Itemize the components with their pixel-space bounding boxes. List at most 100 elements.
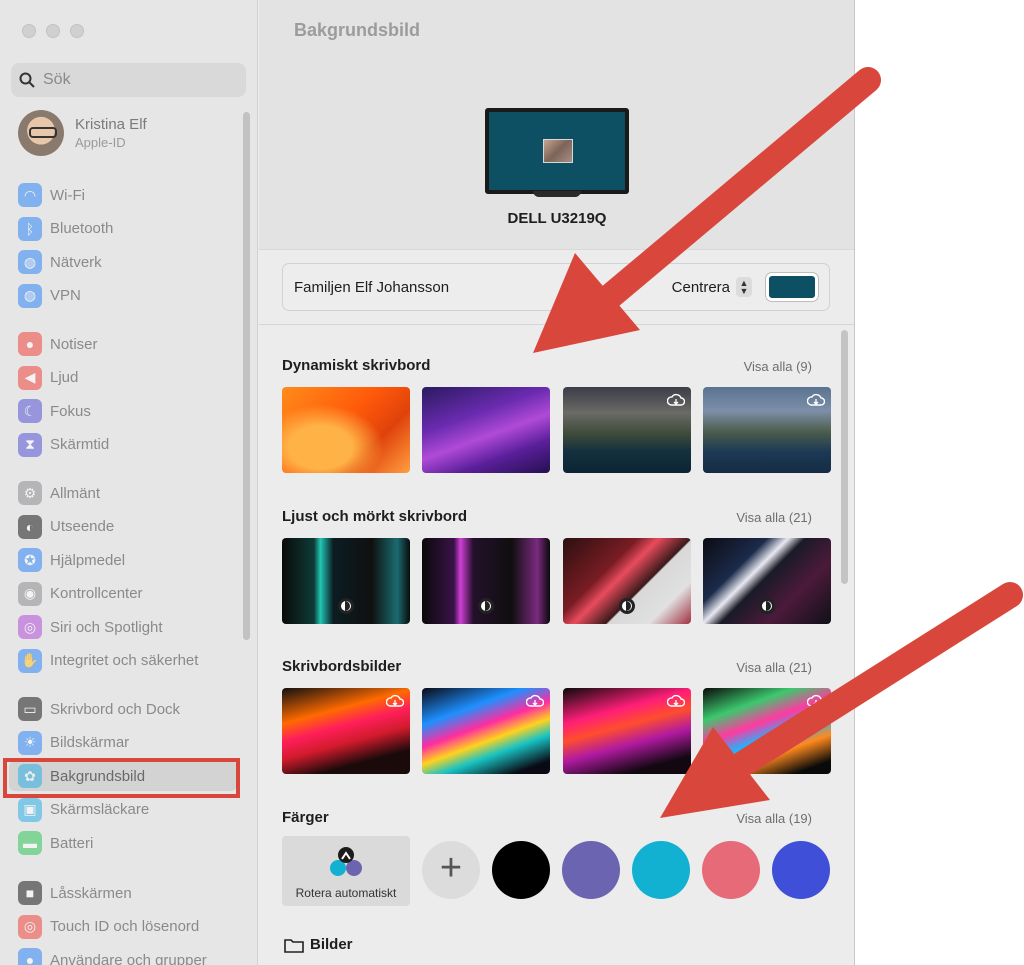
color-swatch[interactable] (562, 841, 620, 899)
section-title-dynamic: Dynamiskt skrivbord (282, 357, 431, 374)
section-title-colors: Färger (282, 809, 329, 826)
fill-color-well[interactable] (766, 273, 818, 301)
sidebar-item-utseende[interactable]: ◐ Utseende (18, 512, 246, 542)
sidebar-item-label: Batteri (50, 834, 94, 852)
minimize-window-button[interactable] (46, 24, 60, 38)
content-pane: Bakgrundsbild DELL U3219Q Familjen Elf J… (259, 0, 854, 965)
settings-window: Sök Kristina Elf Apple-ID ◠ Wi-Fi ᛒ Bluetoo… (0, 0, 855, 965)
color-swatch[interactable] (632, 841, 690, 899)
auto-rotate-tile[interactable]: Rotera automatiskt (282, 836, 410, 906)
sidebar-item-label: Utseende (50, 518, 115, 535)
content-scrollbar[interactable] (841, 330, 848, 584)
light-dark-icon (478, 598, 494, 614)
show-all-desktop-pictures-link[interactable]: Visa alla (21) (736, 660, 812, 675)
lock-icon: ■ (18, 881, 42, 905)
fit-mode-select[interactable]: Centrera ▲ ▼ (672, 277, 752, 297)
sidebar-item-skärmsläckare[interactable]: ▣ Skärmsläckare (18, 795, 246, 825)
sidebar-item-allmänt[interactable]: ⚙ Allmänt (18, 478, 246, 508)
profile-name: Kristina Elf (75, 116, 147, 133)
cloud-download-icon (667, 393, 685, 406)
sidebar-item-fokus[interactable]: ☾ Fokus (18, 396, 246, 426)
sidebar-item-siri-och-spotlight[interactable]: ◎ Siri och Spotlight (18, 612, 246, 642)
sidebar-item-label: Låsskärmen (50, 884, 132, 902)
wifi-icon: ◠ (18, 183, 42, 207)
wallpaper-thumb-ventura[interactable] (282, 387, 410, 473)
pictures-folder-label: Bilder (310, 936, 353, 953)
wallpaper-thumb-abstract-orange[interactable] (282, 688, 410, 774)
wallpaper-thumb-catalina-2[interactable] (703, 387, 831, 473)
sidebar-item-batteri[interactable]: ▬ Batteri (18, 828, 246, 858)
show-all-colors-link[interactable]: Visa alla (19) (736, 811, 812, 826)
sidebar-item-label: Skärmtid (50, 436, 110, 453)
add-color-button[interactable]: + (422, 841, 480, 899)
show-all-dynamic-link[interactable]: Visa alla (9) (744, 359, 812, 374)
apple-id-profile[interactable]: Kristina Elf Apple-ID (18, 110, 147, 156)
accessibility-icon: ✪ (18, 548, 42, 572)
hourglass-icon: ⧗ (18, 432, 42, 457)
sidebar-item-label: Allmänt (50, 484, 101, 502)
sidebar-item-label: Siri och Spotlight (50, 618, 163, 636)
color-swatch[interactable] (702, 841, 760, 899)
sidebar-item-ljud[interactable]: ◀ Ljud (18, 363, 246, 393)
sidebar-item-låsskärmen[interactable]: ■ Låsskärmen (18, 878, 246, 908)
sidebar-item-hjälpmedel[interactable]: ✪ Hjälpmedel (18, 545, 246, 575)
cloud-download-icon (807, 694, 825, 707)
bluetooth-icon: ᛒ (18, 216, 42, 241)
current-wallpaper-row: Familjen Elf Johansson Centrera ▲ ▼ (282, 263, 830, 311)
sidebar-item-label: Skrivbord och Dock (50, 700, 181, 718)
wallpaper-thumb-mbp-teal[interactable] (282, 538, 410, 624)
sidebar-item-wi-fi[interactable]: ◠ Wi-Fi (18, 180, 246, 210)
wallpaper-photo-thumbnail (543, 139, 573, 163)
wallpaper-thumb-macos-dark[interactable] (703, 538, 831, 624)
search-placeholder: Sök (43, 71, 71, 88)
sun-icon: ☀ (18, 730, 42, 755)
fit-mode-value: Centrera (671, 278, 730, 296)
cloud-download-icon (807, 393, 825, 406)
sidebar-item-skrivbord-och-dock[interactable]: ▭ Skrivbord och Dock (18, 694, 246, 724)
wallpaper-thumb-abstract-pink[interactable] (563, 688, 691, 774)
pictures-folder-row[interactable]: Bilder (284, 936, 353, 953)
close-window-button[interactable] (22, 24, 36, 38)
sidebar-scrollbar[interactable] (243, 112, 250, 640)
sidebar-item-notiser[interactable]: ● Notiser (18, 329, 246, 359)
globe-icon: ◍ (18, 250, 42, 274)
wallpaper-thumb-abstract-blue[interactable] (422, 688, 550, 774)
speaker-icon: ◀ (18, 365, 42, 390)
sidebar-item-label: Bakgrundsbild (50, 767, 146, 785)
sidebar-item-bakgrundsbild[interactable]: ✿ Bakgrundsbild (9, 761, 237, 791)
color-swatch[interactable] (492, 841, 550, 899)
folder-icon (284, 938, 304, 953)
show-all-light-dark-link[interactable]: Visa alla (21) (736, 510, 812, 525)
sidebar-item-integritet-och-säkerhet[interactable]: ✋ Integritet och säkerhet (18, 646, 246, 676)
sidebar-item-label: Touch ID och lösenord (50, 918, 200, 935)
gear-icon: ⚙ (18, 481, 42, 505)
sidebar-item-bildskärmar[interactable]: ☀ Bildskärmar (18, 728, 246, 758)
sidebar: Sök Kristina Elf Apple-ID ◠ Wi-Fi ᛒ Bluetoo… (0, 0, 258, 965)
sidebar-item-vpn[interactable]: ◍ VPN (18, 281, 246, 311)
sidebar-item-label: Hjälpmedel (50, 551, 126, 569)
toggles-icon: ◉ (18, 581, 42, 606)
sidebar-item-skärmtid[interactable]: ⧗ Skärmtid (18, 430, 246, 460)
light-dark-icon (619, 598, 635, 614)
rotate-colors-icon (330, 847, 362, 876)
search-field[interactable]: Sök (11, 63, 246, 97)
flower-icon: ✿ (18, 764, 42, 788)
wallpaper-thumb-macos-red[interactable] (563, 538, 691, 624)
section-title-desktop-pictures: Skrivbordsbilder (282, 658, 402, 675)
hand-icon: ✋ (18, 648, 42, 673)
wallpaper-thumb-abstract-green[interactable] (703, 688, 831, 774)
sidebar-item-touch-id-och-lösenord[interactable]: ◎ Touch ID och lösenord (18, 912, 246, 942)
monitor-stand (533, 191, 581, 197)
moon-icon: ☾ (18, 399, 42, 423)
sidebar-item-användare-och-grupper[interactable]: ● Användare och grupper (18, 945, 246, 965)
color-swatch[interactable] (772, 841, 830, 899)
wallpaper-thumb-catalina-1[interactable] (563, 387, 691, 473)
sidebar-item-nätverk[interactable]: ◍ Nätverk (18, 247, 246, 277)
wallpaper-thumb-mbp-purple[interactable] (422, 538, 550, 624)
wallpaper-thumb-monterey[interactable] (422, 387, 550, 473)
sidebar-item-kontrollcenter[interactable]: ◉ Kontrollcenter (18, 579, 246, 609)
sidebar-item-bluetooth[interactable]: ᛒ Bluetooth (18, 214, 246, 244)
sidebar-item-label: Skärmsläckare (50, 801, 150, 818)
display-preview-area: Bakgrundsbild DELL U3219Q (259, 0, 854, 250)
zoom-window-button[interactable] (70, 24, 84, 38)
